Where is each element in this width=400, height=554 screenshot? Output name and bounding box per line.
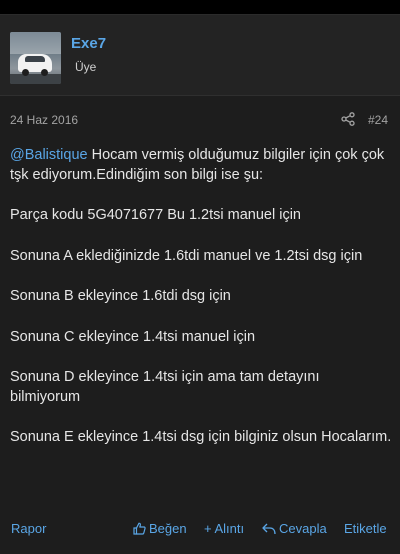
like-button[interactable]: Beğen xyxy=(133,521,187,536)
user-title: Üye xyxy=(75,60,97,74)
post-message: @Balistique Hocam vermiş olduğumuz bilgi… xyxy=(10,146,392,448)
user-mention-link[interactable]: @Balistique xyxy=(10,147,88,163)
quote-button[interactable]: + Alıntı xyxy=(204,521,244,536)
username-link[interactable]: Exe7 xyxy=(71,35,106,52)
post-paragraph: @Balistique Hocam vermiş olduğumuz bilgi… xyxy=(10,146,392,185)
reply-button[interactable]: Cevapla xyxy=(262,521,327,536)
avatar[interactable] xyxy=(10,32,61,84)
report-link[interactable]: Rapor xyxy=(11,521,46,536)
post-date[interactable]: 24 Haz 2016 xyxy=(10,113,78,127)
reply-arrow-icon xyxy=(262,523,276,535)
header-divider xyxy=(0,95,400,96)
tag-button[interactable]: Etiketle xyxy=(344,521,387,536)
like-label: Beğen xyxy=(149,521,187,536)
post-number-link[interactable]: #24 xyxy=(368,113,388,127)
post-paragraph: Sonuna C ekleyince 1.4tsi manuel için xyxy=(10,328,256,345)
post-paragraph: Sonuna D ekleyince 1.4tsi için ama tam d… xyxy=(10,369,320,405)
share-icon[interactable] xyxy=(341,112,355,126)
post-paragraph: Sonuna E ekleyince 1.4tsi dsg için bilgi… xyxy=(10,429,392,445)
avatar-background xyxy=(10,32,61,54)
post-paragraph: Sonuna B ekleyince 1.6tdi dsg için xyxy=(10,288,231,304)
post-paragraph: Sonuna A eklediğinizde 1.6tdi manuel ve … xyxy=(10,247,363,264)
avatar-car-wheel xyxy=(41,69,48,76)
avatar-floor xyxy=(10,74,61,84)
post-paragraph: Parça kodu 5G4071677 Bu 1.2tsi manuel iç… xyxy=(10,207,301,223)
reply-label: Cevapla xyxy=(279,521,327,536)
thumbs-up-icon xyxy=(133,522,146,535)
avatar-car-window xyxy=(25,56,45,62)
avatar-car-wheel xyxy=(22,69,29,76)
post-actions-bar: Rapor Beğen + Alıntı Cevapla Etiketle xyxy=(0,512,400,542)
